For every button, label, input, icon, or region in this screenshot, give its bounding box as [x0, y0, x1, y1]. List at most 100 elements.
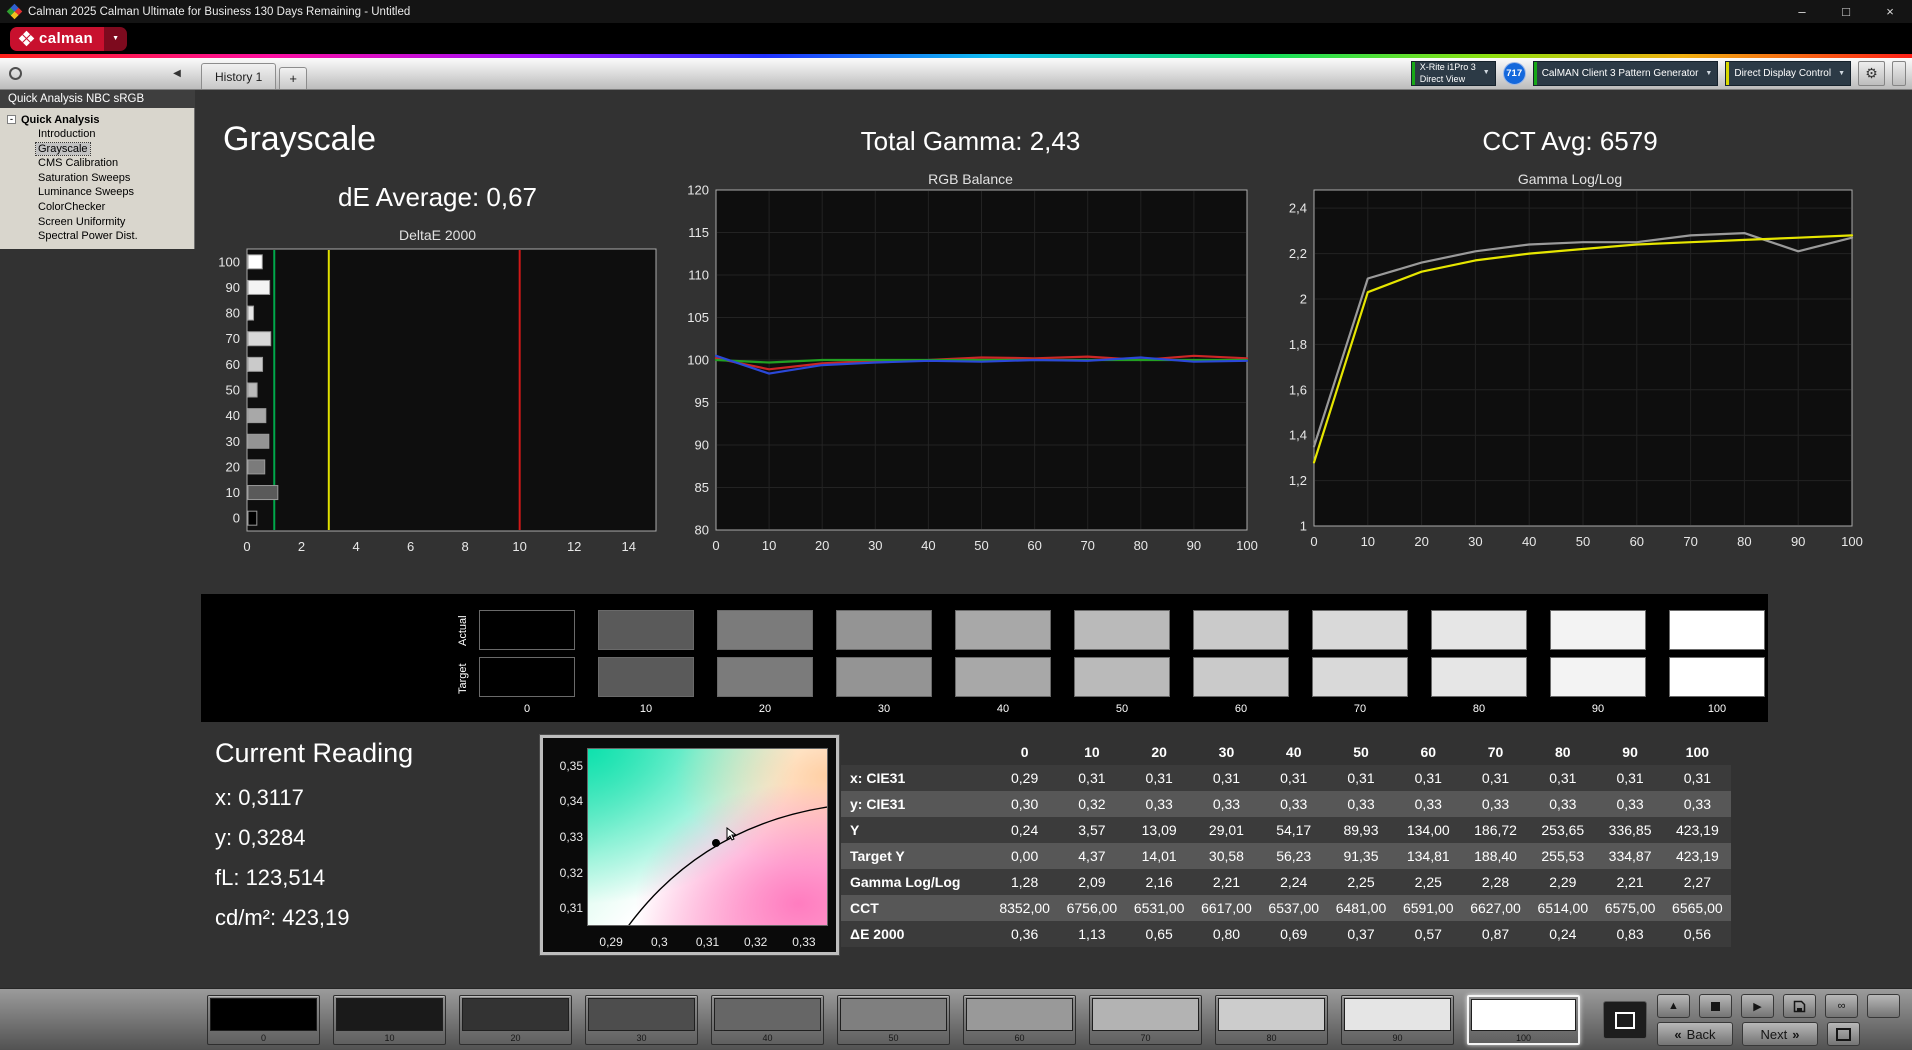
- reading-line: fL: 123,514: [215, 865, 413, 891]
- sidebar-item-luminance-sweeps[interactable]: Luminance Sweeps: [7, 185, 194, 200]
- svg-text:110: 110: [688, 268, 709, 283]
- target-swatch-30: [836, 657, 932, 697]
- sidebar-item-colorchecker[interactable]: ColorChecker: [7, 200, 194, 215]
- play-button[interactable]: ▶: [1741, 994, 1774, 1018]
- workflow-root-node[interactable]: - Quick Analysis: [7, 112, 194, 127]
- logo-menu-button[interactable]: ▼: [104, 27, 127, 51]
- pattern-options-button[interactable]: [1867, 994, 1900, 1018]
- save-button[interactable]: [1783, 994, 1816, 1018]
- sidebar-item-label: Screen Uniformity: [36, 216, 127, 228]
- value-cell: 0,30: [991, 796, 1058, 812]
- value-cell: 0,33: [1193, 796, 1260, 812]
- svg-text:0: 0: [243, 539, 250, 554]
- pattern-window-button[interactable]: [1603, 1001, 1647, 1039]
- value-cell: 2,16: [1126, 874, 1193, 890]
- meter-status-badge[interactable]: 717: [1503, 62, 1526, 85]
- toolbar-overflow-button[interactable]: [1892, 61, 1906, 86]
- value-cell: 255,53: [1529, 848, 1596, 864]
- settings-button[interactable]: ⚙: [1858, 61, 1885, 86]
- tree-expander-icon[interactable]: -: [7, 115, 16, 124]
- next-button[interactable]: Next »: [1742, 1022, 1818, 1046]
- sidebar-item-spectral-power-dist[interactable]: Spectral Power Dist.: [7, 229, 194, 244]
- cie-x-tick: 0,3: [644, 935, 674, 949]
- value-cell: 2,25: [1395, 874, 1462, 890]
- value-cell: 0,29: [991, 770, 1058, 786]
- pattern-level-label: 100: [1471, 1031, 1576, 1043]
- deltae-chart-title: DeltaE 2000: [205, 227, 670, 243]
- value-cell: 0,31: [1596, 770, 1663, 786]
- value-cell: 334,87: [1596, 848, 1663, 864]
- data-table: 0102030405060708090100x: CIE310,290,310,…: [841, 738, 1731, 947]
- svg-text:30: 30: [1468, 534, 1482, 549]
- pattern-level-30-button[interactable]: 30: [585, 995, 698, 1045]
- value-cell: 2,28: [1462, 874, 1529, 890]
- stop-icon: [1711, 1002, 1720, 1011]
- pattern-level-50-button[interactable]: 50: [837, 995, 950, 1045]
- display-dropdown-label: Direct Display Control: [1734, 68, 1831, 79]
- swatch-column-30: 30: [836, 610, 955, 715]
- pattern-level-0-button[interactable]: 0: [207, 995, 320, 1045]
- pattern-level-100-button[interactable]: 100: [1467, 995, 1580, 1045]
- svg-text:6: 6: [407, 539, 414, 554]
- pattern-level-80-button[interactable]: 80: [1215, 995, 1328, 1045]
- back-label: Back: [1687, 1027, 1716, 1042]
- meter-dropdown[interactable]: X-Rite i1Pro 3 Direct View ▼: [1411, 61, 1496, 86]
- value-cell: 0,83: [1596, 926, 1663, 942]
- pattern-level-40-button[interactable]: 40: [711, 995, 824, 1045]
- stop-button[interactable]: [1699, 994, 1732, 1018]
- svg-text:2,2: 2,2: [1289, 246, 1307, 261]
- calman-logo[interactable]: calman ▼: [10, 27, 127, 51]
- reading-line: cd/m²: 423,19: [215, 905, 413, 931]
- link-button[interactable]: ∞: [1825, 994, 1858, 1018]
- pattern-swatch-30: [588, 998, 695, 1031]
- table-header-row: 0102030405060708090100: [841, 738, 1731, 765]
- expand-up-button[interactable]: ▲: [1657, 994, 1690, 1018]
- display-control-dropdown[interactable]: Direct Display Control ▼: [1725, 61, 1851, 86]
- value-cell: 0,65: [1126, 926, 1193, 942]
- value-cell: 13,09: [1126, 822, 1193, 838]
- cie-x-tick: 0,29: [596, 935, 626, 949]
- pattern-level-10-button[interactable]: 10: [333, 995, 446, 1045]
- pattern-swatch-70: [1092, 998, 1199, 1031]
- workflow-header: Quick Analysis NBC sRGB: [0, 89, 195, 108]
- sidebar-item-label: ColorChecker: [36, 201, 107, 213]
- record-circle-icon[interactable]: [9, 67, 22, 80]
- value-cell: 0,31: [1058, 770, 1125, 786]
- close-button[interactable]: ×: [1868, 0, 1912, 23]
- sidebar-item-screen-uniformity[interactable]: Screen Uniformity: [7, 215, 194, 230]
- svg-text:10: 10: [226, 485, 240, 500]
- value-cell: 89,93: [1327, 822, 1394, 838]
- minimize-button[interactable]: –: [1780, 0, 1824, 23]
- pattern-swatch-40: [714, 998, 821, 1031]
- source-dropdown[interactable]: CalMAN Client 3 Pattern Generator ▼: [1533, 61, 1719, 86]
- svg-text:14: 14: [621, 539, 635, 554]
- back-button[interactable]: « Back: [1657, 1022, 1733, 1046]
- svg-text:0: 0: [233, 511, 240, 526]
- pattern-level-20-button[interactable]: 20: [459, 995, 572, 1045]
- swatch-column-10: 10: [598, 610, 717, 715]
- cie-chart-panel[interactable]: 0,350,340,330,320,310,290,30,310,320,33: [540, 735, 839, 955]
- reading-line: x: 0,3117: [215, 785, 413, 811]
- add-tab-button[interactable]: +: [279, 67, 307, 89]
- value-cell: 6481,00: [1327, 900, 1394, 916]
- pattern-level-70-button[interactable]: 70: [1089, 995, 1202, 1045]
- sidebar-item-saturation-sweeps[interactable]: Saturation Sweeps: [7, 171, 194, 186]
- chevron-down-icon: ▼: [1483, 69, 1490, 78]
- svg-text:30: 30: [226, 434, 240, 449]
- tab-history-1[interactable]: History 1: [201, 63, 276, 89]
- value-cell: 1,28: [991, 874, 1058, 890]
- sidebar-item-cms-calibration[interactable]: CMS Calibration: [7, 156, 194, 171]
- svg-text:95: 95: [695, 395, 709, 410]
- collapse-sidebar-button[interactable]: ◀: [168, 65, 186, 83]
- pattern-level-60-button[interactable]: 60: [963, 995, 1076, 1045]
- sidebar-item-label: Saturation Sweeps: [36, 172, 132, 184]
- value-cell: 56,23: [1260, 848, 1327, 864]
- sidebar-item-grayscale[interactable]: Grayscale: [7, 142, 194, 157]
- swatch-column-80: 80: [1431, 610, 1550, 715]
- maximize-button[interactable]: □: [1824, 0, 1868, 23]
- app-icon: [7, 4, 23, 20]
- fullscreen-button[interactable]: [1827, 1022, 1860, 1046]
- pattern-level-90-button[interactable]: 90: [1341, 995, 1454, 1045]
- sidebar-item-introduction[interactable]: Introduction: [7, 127, 194, 142]
- value-cell: 14,01: [1126, 848, 1193, 864]
